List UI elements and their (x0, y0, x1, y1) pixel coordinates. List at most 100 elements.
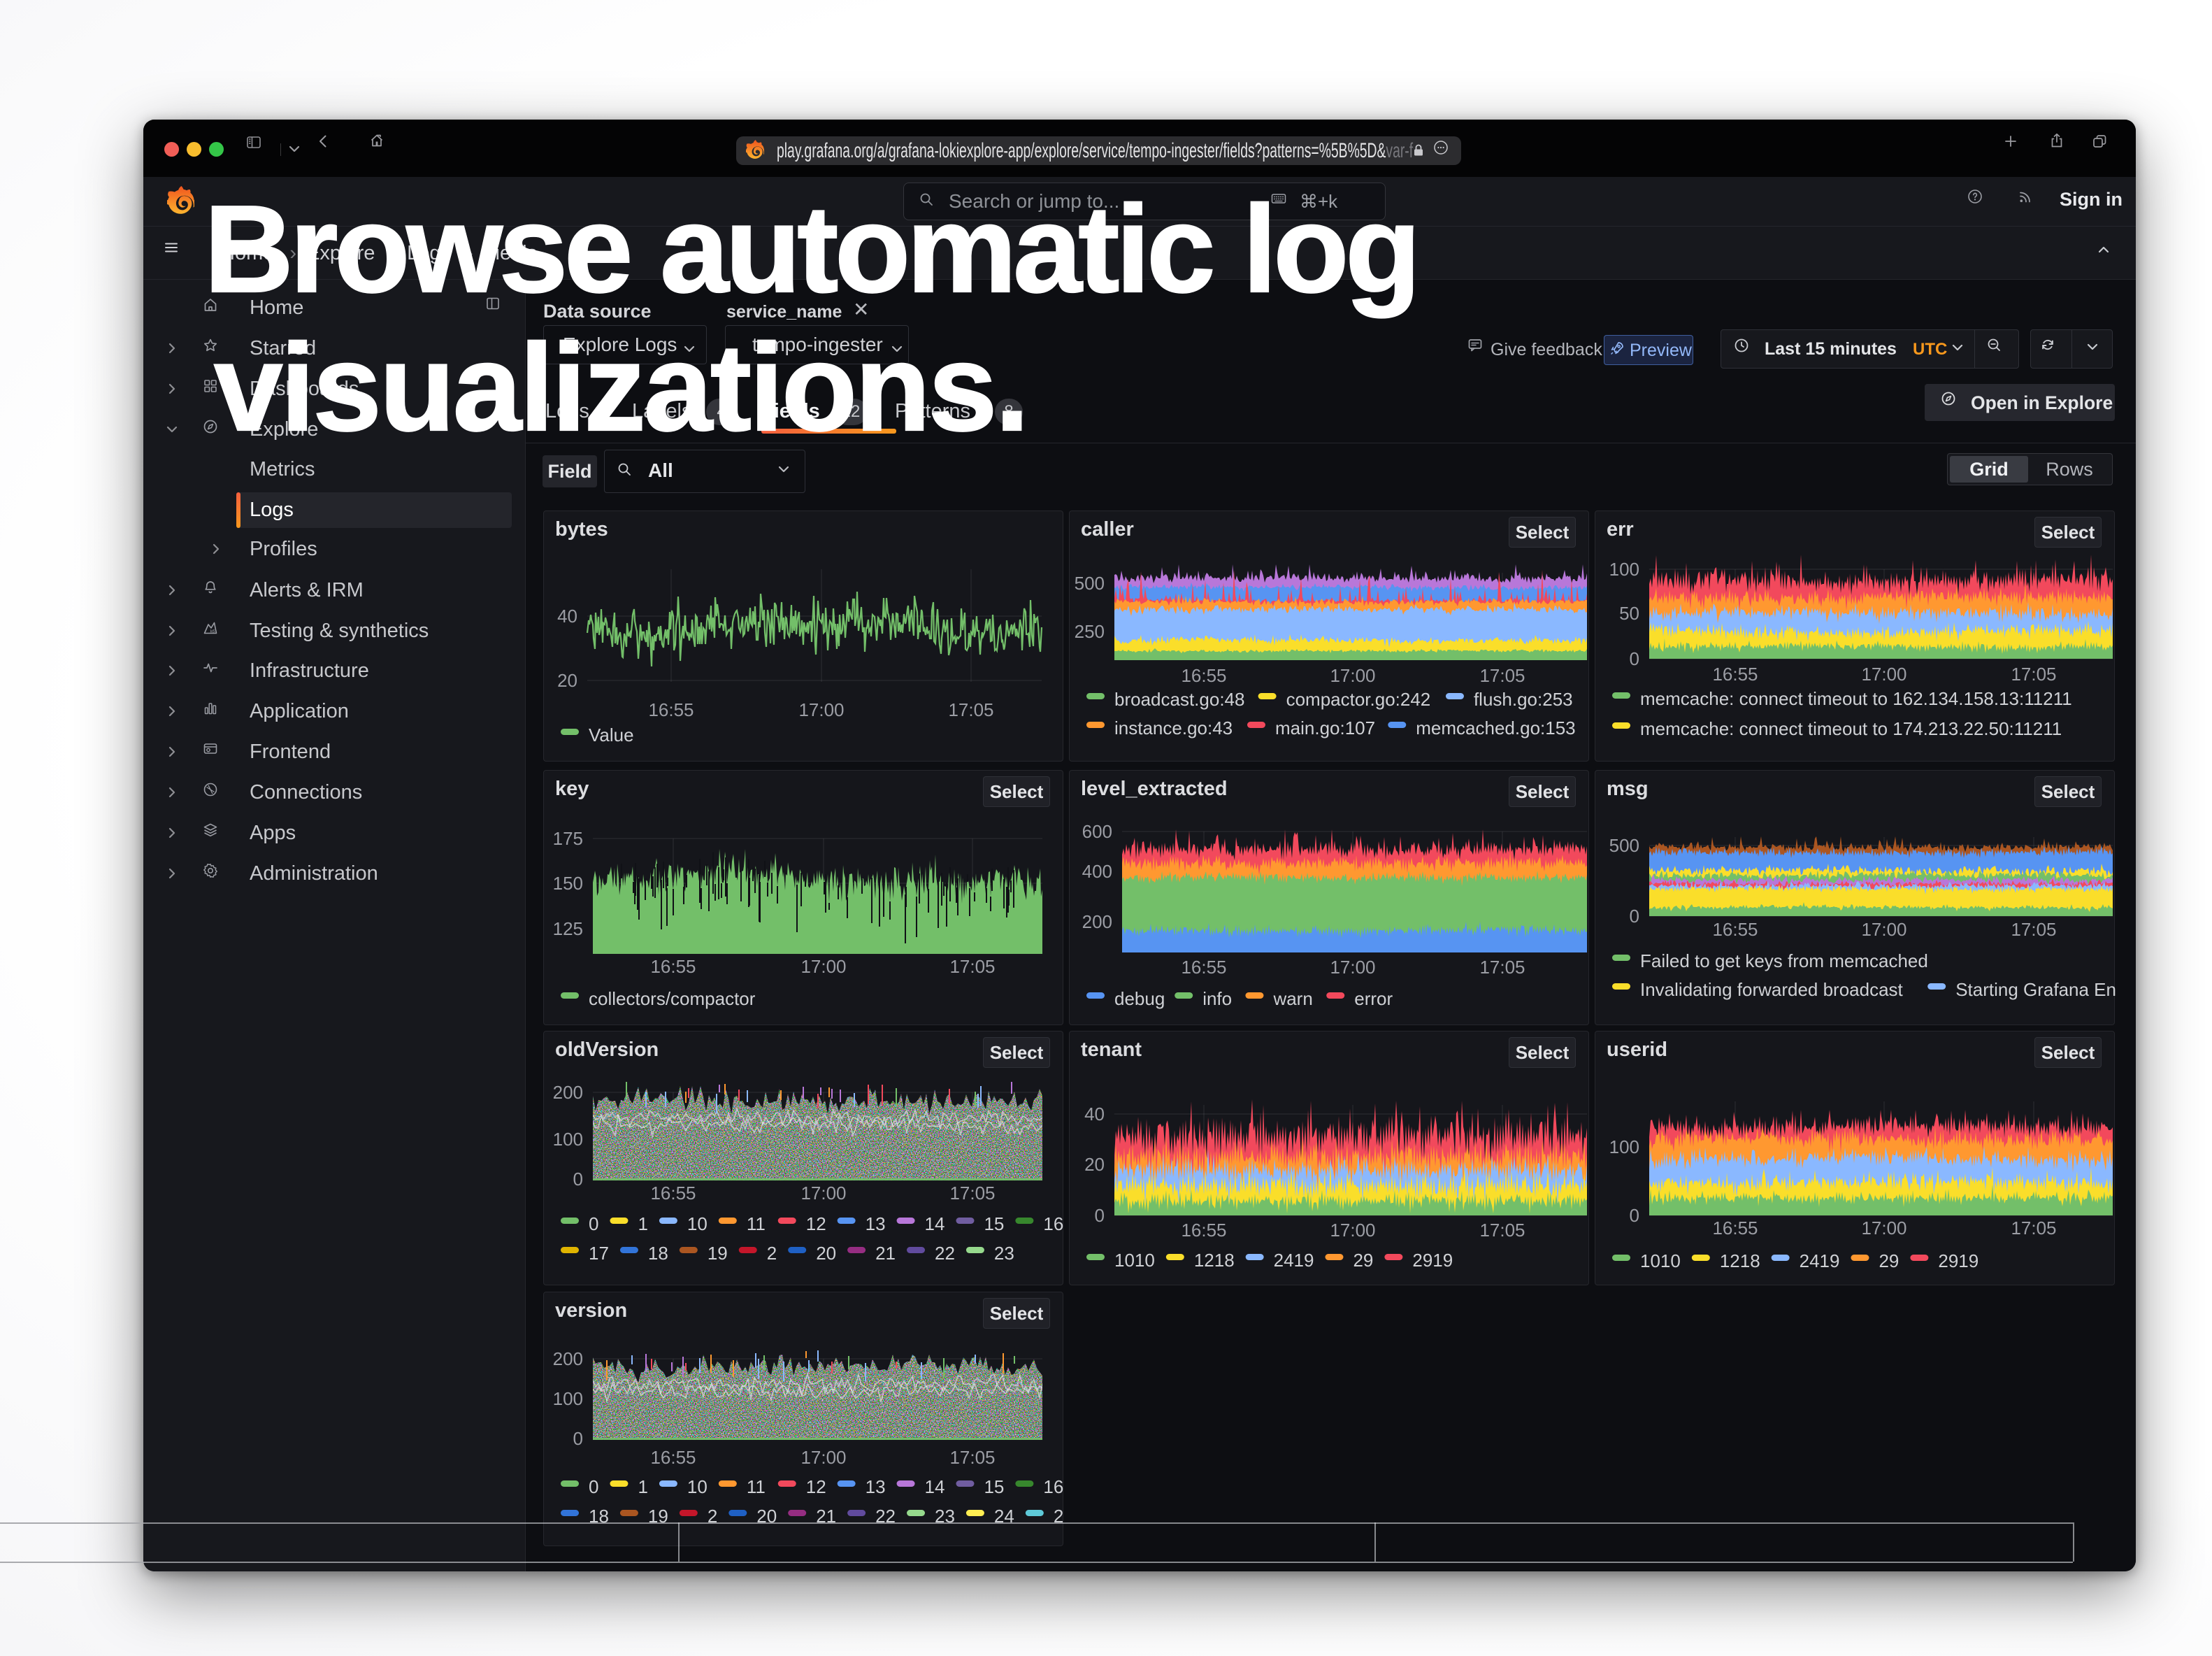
svg-text:17:05: 17:05 (2011, 664, 2056, 685)
svg-text:13: 13 (866, 1476, 886, 1497)
svg-text:Invalidating forwarded broadca: Invalidating forwarded broadcast (1640, 979, 1904, 1000)
svg-text:16:55: 16:55 (650, 1447, 696, 1468)
svg-text:10: 10 (687, 1213, 708, 1234)
svg-text:40: 40 (557, 606, 577, 627)
svg-text:17:00: 17:00 (800, 956, 846, 977)
svg-text:100: 100 (1609, 559, 1639, 580)
svg-text:50: 50 (1619, 603, 1639, 624)
svg-text:200: 200 (553, 1082, 583, 1103)
svg-text:16:55: 16:55 (1712, 919, 1758, 940)
svg-text:instance.go:43: instance.go:43 (1114, 718, 1233, 738)
svg-text:Value: Value (589, 724, 634, 745)
svg-text:16: 16 (1043, 1476, 1063, 1497)
svg-text:17:00: 17:00 (1861, 664, 1906, 685)
svg-text:1218: 1218 (1720, 1250, 1760, 1271)
svg-text:warn: warn (1272, 988, 1312, 1009)
svg-text:2919: 2919 (1412, 1250, 1453, 1271)
svg-text:11: 11 (747, 1213, 766, 1234)
svg-text:0: 0 (589, 1476, 598, 1497)
svg-text:flush.go:253: flush.go:253 (1474, 689, 1573, 710)
svg-text:100: 100 (1609, 1136, 1639, 1157)
svg-text:16:55: 16:55 (1181, 1220, 1226, 1241)
svg-text:17:05: 17:05 (1479, 665, 1525, 686)
svg-text:Failed to get keys from memcac: Failed to get keys from memcached (1640, 950, 1928, 971)
svg-text:k6: k6 (210, 629, 215, 634)
svg-text:16:55: 16:55 (648, 699, 694, 720)
svg-text:17:00: 17:00 (798, 699, 844, 720)
svg-text:Starting Grafana Enterpri: Starting Grafana Enterpri (1955, 979, 2116, 1000)
svg-text:16:55: 16:55 (1712, 664, 1758, 685)
svg-text:16:55: 16:55 (1181, 957, 1226, 978)
svg-text:2419: 2419 (1800, 1250, 1840, 1271)
svg-text:200: 200 (1082, 911, 1112, 932)
svg-text:22: 22 (935, 1243, 955, 1264)
svg-text:main.go:107: main.go:107 (1275, 718, 1375, 738)
svg-text:125: 125 (553, 918, 583, 939)
svg-text:150: 150 (553, 873, 583, 894)
svg-text:21: 21 (875, 1243, 896, 1264)
svg-text:17:05: 17:05 (1479, 957, 1525, 978)
svg-text:17:05: 17:05 (949, 1447, 995, 1468)
svg-text:20: 20 (1084, 1154, 1105, 1175)
svg-text:19: 19 (708, 1243, 728, 1264)
svg-text:20: 20 (816, 1243, 836, 1264)
svg-text:1010: 1010 (1640, 1250, 1681, 1271)
svg-text:0: 0 (573, 1169, 583, 1190)
svg-text:500: 500 (1609, 835, 1639, 856)
svg-text:compactor.go:242: compactor.go:242 (1286, 689, 1431, 710)
svg-text:23: 23 (994, 1243, 1014, 1264)
svg-text:175: 175 (553, 828, 583, 849)
svg-text:17:05: 17:05 (949, 1183, 995, 1204)
svg-text:12: 12 (806, 1476, 826, 1497)
svg-text:14: 14 (925, 1476, 945, 1497)
svg-text:250: 250 (1075, 621, 1105, 642)
svg-text:debug: debug (1114, 988, 1165, 1009)
svg-text:17:00: 17:00 (1861, 919, 1906, 940)
svg-text:1010: 1010 (1114, 1250, 1155, 1271)
svg-text:0: 0 (1630, 1205, 1639, 1226)
svg-text:17: 17 (589, 1243, 609, 1264)
svg-text:2419: 2419 (1274, 1250, 1314, 1271)
svg-text:0: 0 (589, 1213, 598, 1234)
svg-text:16:55: 16:55 (650, 1183, 696, 1204)
svg-text:17:05: 17:05 (2011, 919, 2056, 940)
svg-text:17:00: 17:00 (1330, 1220, 1375, 1241)
svg-text:14: 14 (925, 1213, 945, 1234)
svg-text:17:00: 17:00 (1330, 957, 1375, 978)
svg-text:11: 11 (747, 1476, 766, 1497)
svg-text:0: 0 (1095, 1205, 1105, 1226)
svg-text:17:05: 17:05 (948, 699, 993, 720)
svg-text:memcache: connect timeout to 1: memcache: connect timeout to 174.213.22.… (1640, 718, 2062, 739)
svg-text:memcache: connect timeout to 1: memcache: connect timeout to 162.134.158… (1640, 688, 2072, 709)
svg-text:500: 500 (1075, 573, 1105, 594)
svg-text:collectors/compactor: collectors/compactor (589, 988, 756, 1009)
svg-text:1: 1 (638, 1476, 647, 1497)
svg-text:400: 400 (1082, 861, 1112, 882)
svg-text:15: 15 (984, 1476, 1004, 1497)
svg-text:17:00: 17:00 (1861, 1218, 1906, 1239)
svg-text:100: 100 (553, 1129, 583, 1150)
svg-text:16:55: 16:55 (650, 956, 696, 977)
svg-text:error: error (1354, 988, 1393, 1009)
svg-text:17:00: 17:00 (800, 1183, 846, 1204)
svg-text:13: 13 (866, 1213, 886, 1234)
svg-text:info: info (1202, 988, 1232, 1009)
svg-text:17:05: 17:05 (949, 956, 995, 977)
svg-text:18: 18 (648, 1243, 668, 1264)
svg-text:17:05: 17:05 (2011, 1218, 2056, 1239)
svg-text:200: 200 (553, 1348, 583, 1369)
svg-text:16:55: 16:55 (1712, 1218, 1758, 1239)
svg-text:100: 100 (553, 1388, 583, 1409)
svg-text:2: 2 (767, 1243, 777, 1264)
svg-text:1: 1 (638, 1213, 647, 1234)
svg-text:15: 15 (984, 1213, 1004, 1234)
svg-text:broadcast.go:48: broadcast.go:48 (1114, 689, 1244, 710)
svg-text:600: 600 (1082, 821, 1112, 842)
svg-text:2919: 2919 (1938, 1250, 1978, 1271)
svg-text:16:55: 16:55 (1181, 665, 1226, 686)
svg-text:1218: 1218 (1194, 1250, 1235, 1271)
svg-text:29: 29 (1353, 1250, 1373, 1271)
svg-text:0: 0 (1630, 906, 1639, 927)
svg-text:10: 10 (687, 1476, 708, 1497)
svg-text:17:00: 17:00 (1330, 665, 1375, 686)
